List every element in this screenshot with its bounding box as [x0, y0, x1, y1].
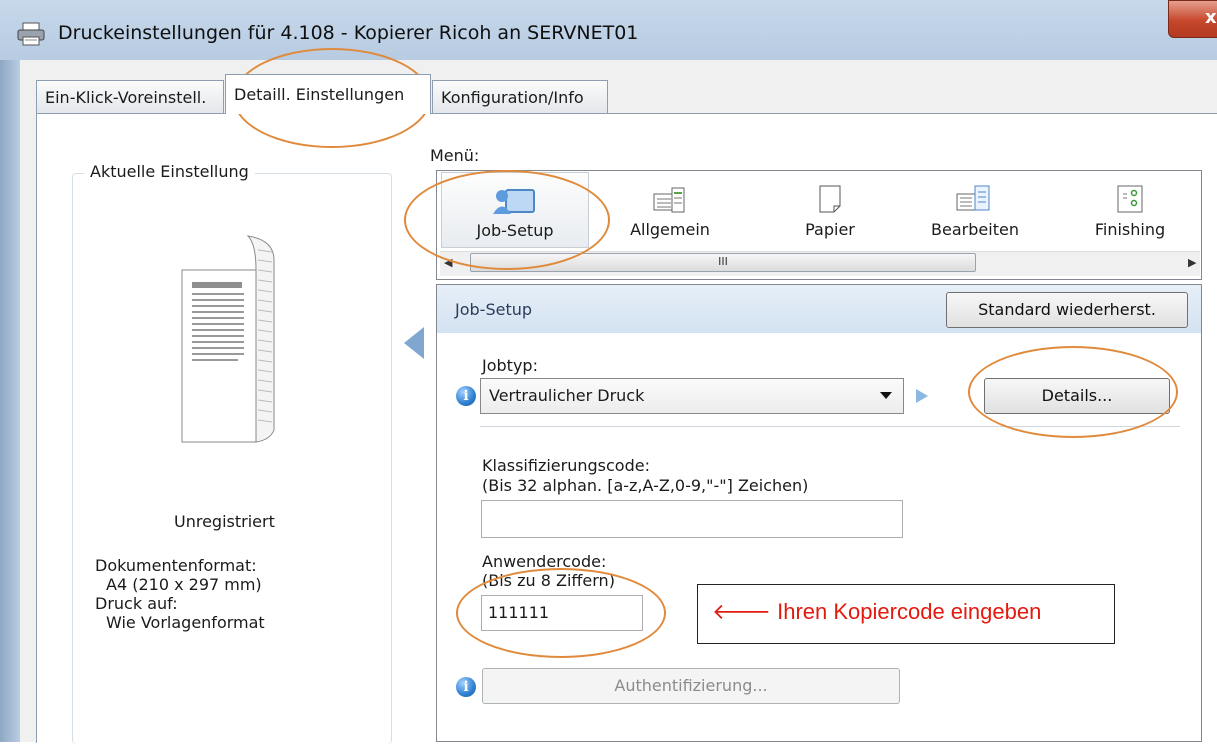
annotation-label: Ihren Kopiercode eingeben — [777, 599, 1042, 624]
menu-item-finishing[interactable]: Finishing — [1070, 172, 1190, 248]
scroll-right-arrow-icon[interactable]: ▶ — [1188, 256, 1196, 269]
tab-ein-klick[interactable]: Ein-Klick-Voreinstell. — [36, 80, 224, 114]
authentication-button[interactable]: Authentifizierung... — [482, 668, 900, 704]
menu-item-label: Job-Setup — [476, 221, 554, 240]
doc-format-label: Dokumentenformat: — [95, 556, 257, 575]
print-on-label: Druck auf: — [95, 594, 178, 613]
edit-icon — [956, 185, 990, 211]
current-settings-title: Aktuelle Einstellung — [84, 162, 255, 181]
restore-defaults-button[interactable]: Standard wiederherst. — [946, 292, 1188, 328]
document-preview-icon — [181, 235, 275, 443]
menu-item-label: Allgemein — [630, 220, 710, 239]
job-setup-icon — [493, 189, 535, 214]
jobtyp-label: Jobtyp: — [482, 356, 538, 375]
menu-item-label: Finishing — [1094, 220, 1166, 239]
doc-format-value: A4 (210 x 297 mm) — [106, 575, 262, 594]
user-code-label: Anwendercode: — [482, 552, 607, 571]
menu-item-job-setup[interactable]: Job-Setup — [441, 172, 589, 248]
printer-icon — [17, 22, 45, 46]
tab-detaill-einstellungen[interactable]: Detaill. Einstellungen — [225, 74, 431, 114]
collapse-panel-arrow-icon[interactable] — [404, 327, 424, 359]
info-icon[interactable]: i — [456, 386, 476, 406]
tab-konfiguration-info[interactable]: Konfiguration/Info — [432, 80, 608, 114]
paper-icon — [819, 185, 841, 213]
info-icon[interactable]: i — [456, 677, 476, 697]
chevron-down-icon[interactable] — [880, 392, 892, 399]
finishing-icon — [1117, 185, 1143, 213]
menu-item-allgemein[interactable]: Allgemein — [610, 172, 730, 248]
menu-item-papier[interactable]: Papier — [770, 172, 890, 248]
print-on-value: Wie Vorlagenformat — [106, 613, 265, 632]
class-code-input[interactable] — [481, 500, 903, 538]
divider — [480, 426, 1180, 427]
jobtyp-select[interactable]: Vertraulicher Druck — [480, 378, 904, 414]
details-button[interactable]: Details... — [984, 378, 1170, 414]
user-code-input[interactable]: 111111 — [481, 595, 643, 631]
general-icon — [653, 187, 685, 213]
scroll-left-arrow-icon[interactable]: ◀ — [444, 256, 452, 269]
close-button[interactable]: x — [1168, 0, 1217, 38]
menu-label: Menü: — [430, 146, 480, 165]
menu-item-label: Bearbeiten — [931, 220, 1019, 239]
user-code-hint: (Bis zu 8 Ziffern) — [482, 571, 615, 590]
menu-item-label: Papier — [805, 220, 855, 239]
scroll-thumb[interactable]: III — [470, 253, 976, 272]
section-title: Job-Setup — [455, 300, 533, 319]
menu-item-bearbeiten[interactable]: Bearbeiten — [915, 172, 1035, 248]
class-code-label: Klassifizierungscode: — [482, 456, 650, 475]
annotation-text: 🡐 Ihren Kopiercode eingeben — [712, 599, 1041, 625]
window-left-edge — [0, 60, 20, 742]
left-arrow-icon: 🡐 — [712, 599, 771, 624]
class-code-hint: (Bis 32 alphan. [a-z,A-Z,0-9,"-"] Zeiche… — [482, 476, 809, 495]
window-title: Druckeinstellungen für 4.108 - Kopierer … — [58, 22, 639, 44]
play-arrow-icon — [916, 389, 928, 403]
registration-status: Unregistriert — [174, 512, 275, 531]
